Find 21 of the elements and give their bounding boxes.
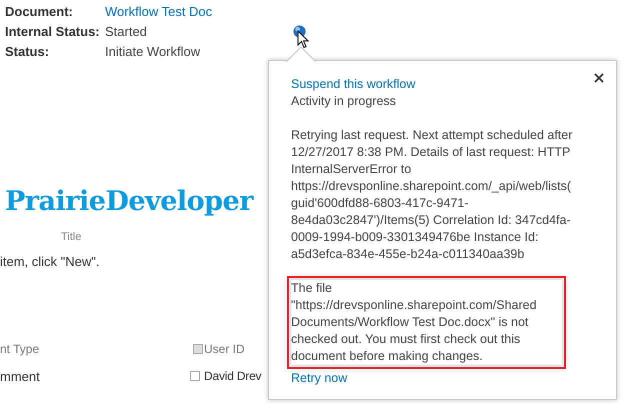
field-label: Internal Status: <box>5 23 100 41</box>
logo: PrairieDeveloper <box>5 186 253 217</box>
cursor-icon <box>297 30 309 49</box>
document-link[interactable]: Workflow Test Doc <box>105 3 212 21</box>
suspend-workflow-link[interactable]: Suspend this workflow <box>291 76 416 93</box>
error-details: Retrying last request. Next attempt scheduled after 12/27/2017 8:38 PM. Details of last request: HTTP InternalServerError to https://drevsponline.sharepoint.com/_api/web/lists(guid'600dfd88-6803-417c-9471-8e4da03c2847')/Items(5) Correlation Id: 347cd4fa-0009-1994-b009-3301349476be Instance Id: a5d3efca-834e-455e-b24a-c011340aa39b <box>291 127 574 263</box>
activity-status: Activity in progress <box>291 93 397 110</box>
field-value: Initiate Workflow <box>105 43 200 61</box>
empty-list-message: item, click "New". <box>0 254 100 269</box>
field-label: Document: <box>5 3 73 21</box>
checkbox[interactable] <box>193 344 203 354</box>
field-value: User ID <box>204 342 245 356</box>
field-value: David Drev <box>204 369 262 383</box>
field-label: nt Type <box>0 342 40 356</box>
close-icon <box>594 73 604 83</box>
field-label: mment <box>0 368 41 384</box>
column-header[interactable]: Title <box>61 231 82 243</box>
field-label: Status: <box>5 43 50 61</box>
checkbox[interactable] <box>190 371 200 381</box>
retry-now-link[interactable]: Retry now <box>291 370 348 387</box>
field-value: Started <box>105 23 147 41</box>
